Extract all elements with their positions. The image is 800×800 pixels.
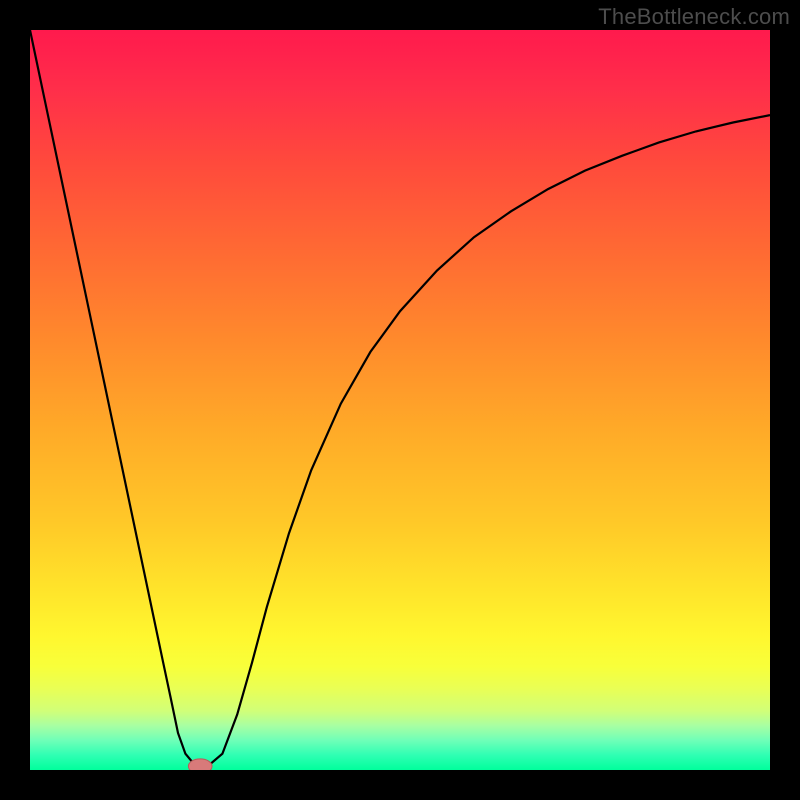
optimal-point-marker	[188, 759, 212, 770]
plot-area	[30, 30, 770, 770]
chart-svg	[30, 30, 770, 770]
bottleneck-curve	[30, 30, 770, 766]
chart-frame: TheBottleneck.com	[0, 0, 800, 800]
watermark-text: TheBottleneck.com	[598, 4, 790, 30]
